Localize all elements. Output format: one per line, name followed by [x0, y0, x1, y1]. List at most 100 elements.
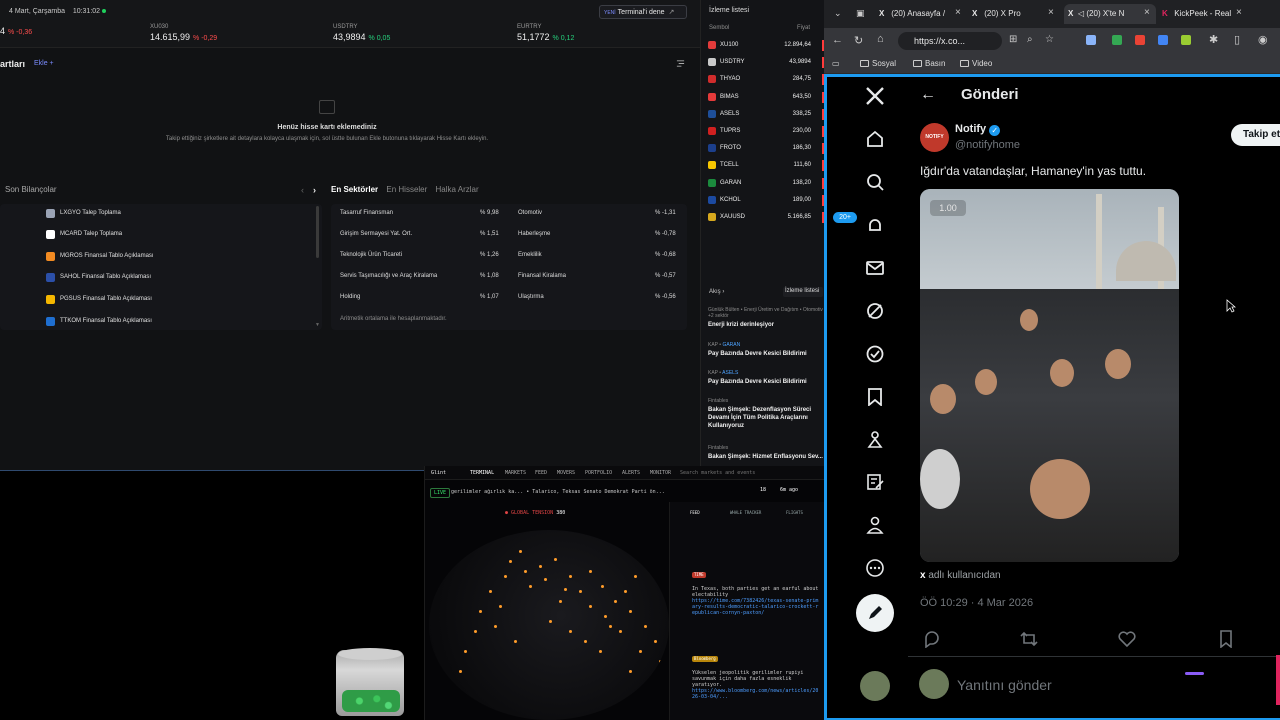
sector-row[interactable]: Emeklilik — [518, 252, 542, 258]
scroll-down-icon[interactable]: ▼ — [315, 322, 320, 328]
nav-markets[interactable]: MARKETS — [505, 470, 526, 476]
playback-speed[interactable]: 1.00 — [930, 200, 966, 216]
watchlist-row[interactable]: GARAN 138,20 — [701, 175, 825, 192]
bookmark-folder[interactable]: Sosyal — [860, 59, 896, 68]
ticker-usdtry[interactable]: USDTRY 43,9894% 0,05 — [333, 24, 390, 42]
event-marker[interactable] — [629, 610, 632, 613]
event-marker[interactable] — [649, 680, 652, 683]
watchlist-row[interactable]: FROTO 186,30 — [701, 140, 825, 157]
feed-item[interactable]: Bloomberg Yükselen jeopolitik gerilimler… — [692, 656, 820, 706]
nav-alerts[interactable]: ALERTS — [622, 470, 640, 476]
tab-list-icon[interactable]: ⌄ — [834, 8, 842, 19]
sector-row[interactable]: Tasarruf Finansman — [340, 210, 393, 216]
bookmark-folder[interactable]: Video — [960, 59, 992, 68]
premium-icon[interactable] — [866, 345, 884, 363]
post-button[interactable] — [856, 594, 894, 632]
event-marker[interactable] — [554, 558, 557, 561]
list-item[interactable]: SAHOL Finansal Tablo Açıklaması — [46, 270, 151, 284]
event-marker[interactable] — [524, 570, 527, 573]
world-globe-map[interactable] — [429, 530, 669, 720]
more-icon[interactable] — [866, 559, 884, 577]
author-avatar[interactable]: NOTIFY — [920, 123, 949, 152]
watchlist-row[interactable]: TUPRS 230,00 — [701, 123, 825, 140]
tab-ipos[interactable]: Halka Arzlar — [436, 185, 479, 194]
event-marker[interactable] — [579, 590, 582, 593]
browser-tab[interactable]: X (20) X Pro × — [972, 4, 1058, 24]
notifications-icon[interactable] — [866, 217, 884, 235]
event-marker[interactable] — [464, 650, 467, 653]
list-item[interactable]: LXGYO Talep Toplama — [46, 206, 121, 220]
post-timestamp[interactable]: ÖÖ 10:29 · 4 Mar 2026 — [920, 597, 1033, 609]
event-marker[interactable] — [589, 570, 592, 573]
repost-icon[interactable] — [1020, 630, 1038, 648]
nav-portfolio[interactable]: PORTFOLIO — [585, 470, 612, 476]
profile-icon[interactable] — [866, 516, 884, 534]
feed-link[interactable]: https://www.bloomberg.com/news/articles/… — [692, 688, 820, 706]
extension-icon[interactable] — [1135, 35, 1145, 45]
event-marker[interactable] — [564, 588, 567, 591]
speaker-icon[interactable]: ◁ — [1078, 9, 1084, 18]
sector-row[interactable]: Teknolojik Ürün Ticareti — [340, 252, 402, 258]
author-name[interactable]: Notify ✓ — [955, 123, 1001, 136]
grok-icon[interactable] — [866, 302, 884, 320]
extension-icon[interactable] — [1086, 35, 1096, 45]
event-marker[interactable] — [639, 650, 642, 653]
bookmark-star-icon[interactable]: ☆ — [1045, 34, 1054, 45]
watchlist-row[interactable]: USDTRY 43,9894 — [701, 54, 825, 71]
reload-icon[interactable]: ↻ — [854, 34, 863, 47]
tab-search-icon[interactable]: ⊞ — [1009, 34, 1017, 45]
event-marker[interactable] — [529, 585, 532, 588]
list-item[interactable]: MCARD Talep Toplama — [46, 227, 122, 241]
extension-icon[interactable] — [1112, 35, 1122, 45]
watchlist-row[interactable]: KCHOL 189,00 — [701, 192, 825, 209]
ticker-eurtry[interactable]: EURTRY 51,1772% 0,12 — [517, 24, 574, 42]
follow-button[interactable]: Takip et — [1231, 124, 1280, 146]
watchlist-row[interactable]: THYAO 284,75 — [701, 71, 825, 88]
workspaces-icon[interactable]: ▣ — [856, 8, 865, 19]
event-marker[interactable] — [569, 630, 572, 633]
event-marker[interactable] — [609, 625, 612, 628]
event-marker[interactable] — [569, 575, 572, 578]
author-handle[interactable]: @notifyhome — [955, 139, 1020, 151]
news-item[interactable]: KAP • GARAN Pay Bazında Devre Kesici Bil… — [708, 342, 824, 358]
search-icon[interactable] — [866, 173, 884, 191]
list-item[interactable]: MGROS Finansal Tablo Açıklaması — [46, 249, 154, 263]
event-marker[interactable] — [539, 565, 542, 568]
browser-tab[interactable]: K KickPeek - Real × — [1162, 4, 1248, 24]
event-marker[interactable] — [629, 670, 632, 673]
event-marker[interactable] — [634, 575, 637, 578]
translate-icon[interactable] — [1158, 35, 1168, 45]
sector-row[interactable]: Finansal Kiralama — [518, 273, 566, 279]
scrollbar[interactable] — [316, 206, 319, 258]
bookmark-icon[interactable] — [1217, 630, 1235, 648]
url-input[interactable]: https://x.co... — [898, 32, 1002, 50]
event-marker[interactable] — [559, 600, 562, 603]
news-item[interactable]: Fintables Bakan Şimşek: Dezenflasyon Sür… — [708, 398, 824, 430]
event-marker[interactable] — [549, 620, 552, 623]
home-icon[interactable] — [866, 130, 884, 148]
profile-icon[interactable]: ◉ — [1258, 33, 1268, 46]
event-marker[interactable] — [489, 590, 492, 593]
news-item[interactable]: KAP • ASELS Pay Bazında Devre Kesici Bil… — [708, 370, 824, 386]
tab-whale-tracker[interactable]: WHALE TRACKER — [730, 510, 761, 515]
event-marker[interactable] — [544, 578, 547, 581]
messages-icon[interactable] — [866, 259, 884, 277]
tab-top-sectors[interactable]: En Sektörler — [331, 185, 378, 194]
close-icon[interactable]: × — [1144, 7, 1150, 18]
event-marker[interactable] — [654, 640, 657, 643]
tab-flights[interactable]: FLIGHTS — [786, 510, 803, 515]
glint-logo[interactable]: Glint — [431, 470, 446, 476]
prev-icon[interactable]: ‹ — [301, 185, 304, 195]
bookmark-folder[interactable]: Basın — [913, 59, 945, 68]
post-video[interactable] — [920, 189, 1179, 562]
event-marker[interactable] — [499, 605, 502, 608]
bookmarks-toggle-icon[interactable]: ▭ — [832, 59, 840, 68]
watchlist-row[interactable]: XU100 12.894,64 — [701, 37, 825, 54]
list-item[interactable]: TTKOM Finansal Tablo Açıklaması — [46, 314, 152, 328]
event-marker[interactable] — [504, 575, 507, 578]
watchlist-filter-button[interactable]: İzleme listesi — [783, 287, 823, 297]
event-marker[interactable] — [474, 630, 477, 633]
event-marker[interactable] — [459, 670, 462, 673]
sidebar-icon[interactable]: ▯ — [1234, 33, 1240, 46]
extensions-puzzle-icon[interactable]: ✱ — [1209, 33, 1218, 46]
